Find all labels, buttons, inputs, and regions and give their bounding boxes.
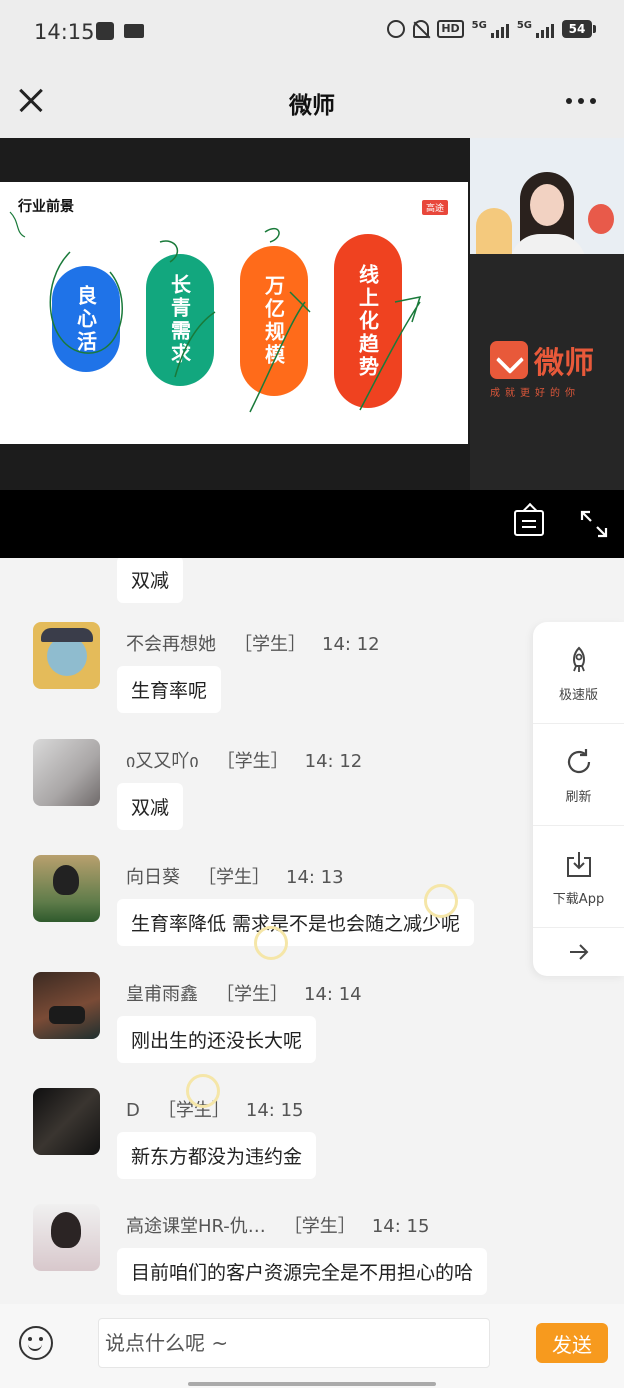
message-time: 14: 15 (371, 1216, 430, 1237)
message-bubble: 生育率呢 (117, 666, 222, 713)
chat-list[interactable]: 双减 不会再想她 ［学生］ 14: 12 生育率呢 ი又又吖ი ［学生］ 14: 12 … (0, 558, 624, 1304)
live-video-area[interactable]: 行业前景 高途 良心活 长青需求 万亿规模 线上化趋势 微师 成就更好的你 (0, 138, 624, 490)
message-time: 14: 14 (304, 984, 362, 1005)
notification-icon (96, 22, 114, 40)
side-action-panel: 极速版 刷新 下载App (533, 622, 624, 976)
video-icon (124, 24, 144, 38)
message-bubble: 双减 (117, 558, 184, 603)
avatar[interactable] (33, 1088, 100, 1155)
status-time: 14:15 (34, 20, 95, 44)
collapse-panel-button[interactable] (533, 928, 624, 976)
status-right: HD 5G 5G 54 (387, 20, 596, 38)
sender-role: ［学生］ (234, 634, 306, 655)
signal-label-1: 5G (471, 20, 487, 31)
mute-icon (413, 20, 430, 38)
message-time: 14: 15 (245, 1100, 304, 1121)
message-time: 14: 12 (322, 634, 380, 655)
sender-name: 不会再想她 (126, 634, 216, 655)
send-button[interactable]: 发送 (536, 1323, 608, 1363)
avatar[interactable] (33, 855, 100, 922)
message-bubble: 目前咱们的客户资源完全是不用担心的哈 (117, 1248, 488, 1295)
message-bubble: 双减 (117, 783, 184, 830)
message-bubble: 刚出生的还没长大呢 (117, 1016, 317, 1063)
chat-input[interactable] (98, 1318, 490, 1368)
sender-name: D (126, 1100, 140, 1121)
sender-name: 向日葵 (126, 867, 180, 888)
download-icon (567, 852, 591, 877)
sender-name: 皇甫雨鑫 (126, 984, 198, 1005)
battery-icon: 54 (562, 20, 596, 38)
sender-name: ი又又吖ი (126, 751, 199, 772)
avatar[interactable] (33, 622, 100, 689)
home-indicator[interactable] (188, 1382, 436, 1386)
presentation-slide: 行业前景 高途 良心活 长青需求 万亿规模 线上化趋势 (0, 182, 468, 444)
refresh-icon (567, 749, 591, 774)
avatar[interactable] (33, 1204, 100, 1271)
logo-name: 微师 (534, 346, 594, 381)
page-title: 微师 (289, 93, 335, 119)
signal-icon (490, 20, 509, 38)
logo-slogan: 成就更好的你 (490, 388, 580, 399)
sender-role: ［学生］ (283, 1216, 356, 1237)
hd-badge: HD (437, 20, 464, 38)
sender-role: ［学生］ (216, 751, 289, 772)
fullscreen-icon[interactable] (580, 510, 608, 538)
message-bubble: 生育率降低 需求是不是也会随之减少呢 (117, 899, 475, 946)
video-control-bar (0, 490, 624, 558)
message-time: 14: 13 (286, 867, 344, 888)
teacher-camera[interactable] (470, 138, 624, 254)
status-bar: 14:15 HD 5G 5G 54 (0, 0, 624, 64)
touch-indicator (186, 1074, 220, 1108)
weishi-logo-panel: 微师 成就更好的你 (470, 254, 624, 490)
touch-indicator (254, 926, 288, 960)
avatar[interactable] (33, 972, 100, 1039)
rocket-icon (573, 646, 585, 672)
annotation-scribble (9, 211, 422, 413)
weishi-logo-icon (490, 341, 528, 379)
nav-bar: 微师 (0, 64, 624, 138)
signal-icon-2 (536, 20, 554, 38)
message-time: 14: 12 (304, 751, 363, 772)
avatar[interactable] (33, 739, 100, 806)
sender-role: ［学生］ (216, 984, 288, 1005)
arrow-right-icon (570, 944, 589, 960)
touch-indicator (424, 884, 458, 918)
message-bubble: 新东方都没为违约金 (117, 1132, 317, 1179)
more-options-icon[interactable] (566, 98, 596, 104)
sender-role: ［学生］ (198, 867, 270, 888)
download-app-button[interactable]: 下载App (533, 826, 624, 928)
chat-input-bar: 发送 (0, 1304, 624, 1388)
lite-version-button[interactable]: 极速版 (533, 622, 624, 724)
sender-name: 高途课堂HR-仇… (126, 1216, 266, 1237)
notes-icon[interactable] (514, 510, 544, 536)
signal-label-2: 5G (516, 20, 532, 31)
emoji-icon[interactable] (19, 1326, 53, 1360)
refresh-button[interactable]: 刷新 (533, 724, 624, 826)
alarm-icon (387, 20, 406, 38)
